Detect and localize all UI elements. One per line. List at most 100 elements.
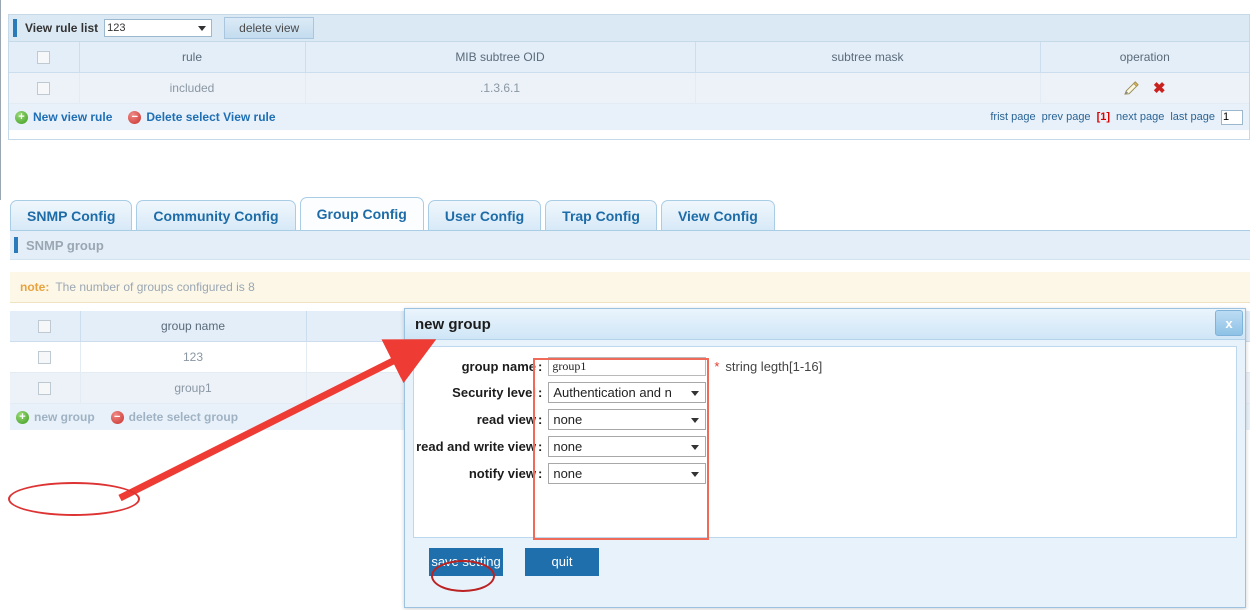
save-setting-button[interactable]: save setting bbox=[429, 548, 503, 576]
page-jump-input[interactable] bbox=[1221, 109, 1243, 125]
read-view-label: read view bbox=[476, 412, 536, 427]
read-write-view-value: none bbox=[553, 439, 583, 454]
read-view-select[interactable]: none bbox=[548, 409, 707, 430]
column-subtree-mask: subtree mask bbox=[695, 42, 1041, 73]
column-rule: rule bbox=[79, 42, 306, 73]
dialog-actions: save setting quit bbox=[405, 538, 1245, 576]
chevron-down-icon bbox=[691, 471, 700, 477]
note-label: note: bbox=[20, 280, 50, 294]
left-edge-rule bbox=[0, 0, 1, 200]
dialog-title: new group bbox=[415, 315, 491, 333]
row-checkbox[interactable] bbox=[38, 382, 52, 396]
row-select-cell bbox=[10, 372, 81, 404]
chevron-down-icon bbox=[198, 26, 207, 31]
table-row: included .1.3.6.1 ✖ bbox=[9, 72, 1249, 104]
view-rule-list-label: View rule list bbox=[25, 21, 99, 35]
cell-rule: included bbox=[79, 72, 306, 104]
current-page: [1] bbox=[1096, 111, 1111, 123]
group-name-input[interactable] bbox=[548, 357, 707, 376]
row-checkbox[interactable] bbox=[37, 82, 51, 96]
new-view-rule-label: New view rule bbox=[33, 110, 113, 124]
field-read-view: read view : none bbox=[414, 409, 1236, 430]
security-level-label: Security level bbox=[452, 385, 536, 400]
group-name-label: group name bbox=[461, 359, 536, 374]
row-select-cell bbox=[9, 72, 80, 104]
group-note: note: The number of groups configured is… bbox=[10, 272, 1250, 303]
delete-select-group-link[interactable]: − delete select group bbox=[110, 410, 239, 424]
accent-bar bbox=[13, 19, 17, 37]
notify-view-select[interactable]: none bbox=[548, 463, 707, 484]
cell-operation: ✖ bbox=[1040, 72, 1249, 104]
colon: : bbox=[538, 412, 543, 427]
group-select-all-header bbox=[10, 311, 81, 342]
new-group-dialog: new group x group name : * string legth[… bbox=[404, 308, 1246, 608]
pagination: frist page prev page [1] next page last … bbox=[990, 109, 1243, 125]
read-write-view-label: read and write view bbox=[416, 439, 536, 454]
note-text: The number of groups configured is 8 bbox=[55, 280, 255, 294]
row-checkbox[interactable] bbox=[38, 351, 52, 365]
cell-mask bbox=[695, 72, 1041, 104]
delete-select-view-rule-link[interactable]: − Delete select View rule bbox=[128, 110, 276, 124]
snmp-group-section-header: SNMP group bbox=[10, 231, 1250, 260]
view-rule-list-value: 123 bbox=[107, 22, 126, 34]
prev-page-link[interactable]: prev page bbox=[1042, 111, 1091, 123]
new-group-link[interactable]: + new group bbox=[16, 410, 95, 424]
cell-group-name: 123 bbox=[80, 341, 307, 373]
cell-oid: .1.3.6.1 bbox=[305, 72, 696, 104]
tab-group-config[interactable]: Group Config bbox=[299, 197, 424, 230]
plus-icon: + bbox=[16, 410, 29, 424]
first-page-link[interactable]: frist page bbox=[990, 111, 1035, 123]
group-name-hint: string legth[1-16] bbox=[725, 359, 823, 374]
new-group-label: new group bbox=[34, 410, 95, 424]
column-mib-subtree-oid: MIB subtree OID bbox=[305, 42, 696, 73]
notify-view-value: none bbox=[553, 466, 583, 481]
view-rule-list-select[interactable]: 123 bbox=[104, 19, 213, 37]
field-security-level: Security level : Authentication and n bbox=[414, 382, 1236, 403]
delete-view-button[interactable]: delete view bbox=[224, 17, 315, 39]
new-view-rule-link[interactable]: + New view rule bbox=[15, 110, 112, 124]
table-header-row: rule MIB subtree OID subtree mask operat… bbox=[9, 42, 1249, 73]
column-group-name: group name bbox=[80, 311, 307, 342]
field-read-write-view: read and write view : none bbox=[414, 436, 1236, 457]
colon: : bbox=[538, 466, 543, 481]
config-tabs: SNMP Config Community Config Group Confi… bbox=[10, 196, 1250, 230]
chevron-down-icon bbox=[691, 444, 700, 450]
security-level-value: Authentication and n bbox=[553, 385, 672, 400]
tabs-region: SNMP Config Community Config Group Confi… bbox=[10, 196, 1250, 230]
read-write-view-select[interactable]: none bbox=[548, 436, 707, 457]
select-all-header bbox=[9, 42, 80, 73]
colon: : bbox=[538, 439, 543, 454]
quit-button[interactable]: quit bbox=[525, 548, 599, 576]
delete-icon[interactable]: ✖ bbox=[1153, 81, 1166, 96]
security-level-select[interactable]: Authentication and n bbox=[548, 382, 707, 403]
last-page-link[interactable]: last page bbox=[1170, 111, 1215, 123]
view-rule-footer: + New view rule − Delete select View rul… bbox=[9, 104, 1249, 130]
read-view-value: none bbox=[553, 412, 583, 427]
delete-select-group-label: delete select group bbox=[128, 410, 239, 424]
close-icon[interactable]: x bbox=[1215, 310, 1243, 336]
tab-trap-config[interactable]: Trap Config bbox=[545, 200, 657, 230]
field-group-name: group name : * string legth[1-16] bbox=[414, 357, 1236, 376]
next-page-link[interactable]: next page bbox=[1116, 111, 1164, 123]
minus-icon: − bbox=[128, 110, 142, 124]
cell-group-name: group1 bbox=[80, 372, 307, 404]
tab-view-config[interactable]: View Config bbox=[660, 200, 775, 230]
field-notify-view: notify view : none bbox=[414, 463, 1236, 484]
accent-bar bbox=[14, 237, 18, 253]
page-root: View rule list 123 delete view rule MIB … bbox=[0, 0, 1256, 610]
view-rule-panel: View rule list 123 delete view rule MIB … bbox=[8, 14, 1250, 140]
required-marker: * bbox=[714, 359, 720, 374]
select-all-checkbox[interactable] bbox=[37, 51, 51, 65]
view-rule-table: rule MIB subtree OID subtree mask operat… bbox=[9, 42, 1249, 104]
tab-community-config[interactable]: Community Config bbox=[136, 200, 296, 230]
tab-snmp-config[interactable]: SNMP Config bbox=[10, 200, 133, 230]
select-all-checkbox[interactable] bbox=[38, 320, 52, 334]
tab-user-config[interactable]: User Config bbox=[427, 200, 542, 230]
delete-select-view-rule-label: Delete select View rule bbox=[146, 110, 276, 124]
new-group-form: group name : * string legth[1-16] Securi… bbox=[414, 347, 1236, 484]
row-select-cell bbox=[10, 341, 81, 373]
chevron-down-icon bbox=[691, 390, 700, 396]
notify-view-label: notify view bbox=[468, 466, 536, 481]
chevron-down-icon bbox=[691, 417, 700, 423]
edit-icon[interactable] bbox=[1124, 80, 1139, 96]
